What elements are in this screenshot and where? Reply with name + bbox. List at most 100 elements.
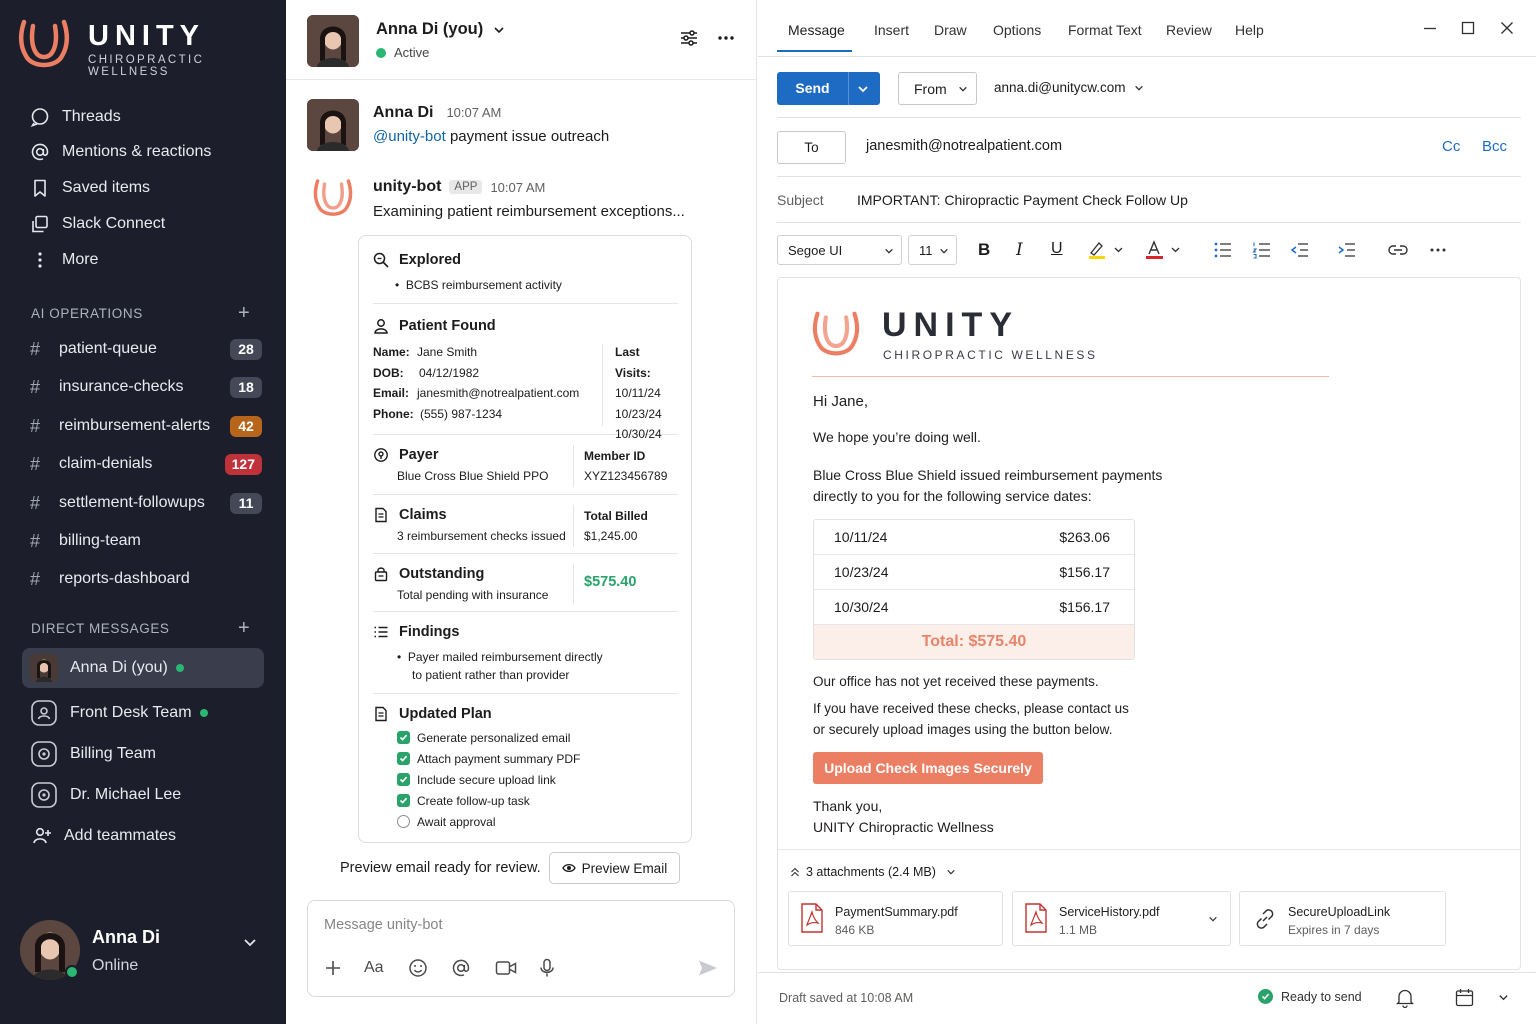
send-icon[interactable] [698,959,718,977]
attachment-card[interactable]: SecureUploadLink Expires in 7 days [1239,891,1446,946]
attachment-card[interactable]: PaymentSummary.pdf 846 KB [788,891,1003,946]
total-billed-value: $1,245.00 [584,529,638,543]
calendar-icon[interactable] [1455,988,1474,1007]
plan-item[interactable]: Await approval [397,811,580,832]
minimize-icon[interactable] [1422,20,1438,36]
ribbon-tab-format-text[interactable]: Format Text [1068,22,1142,38]
send-button-group: Send [777,72,880,105]
font-family-select[interactable]: Segoe UI [777,235,902,265]
font-color-icon[interactable] [1145,240,1181,260]
location-pin-icon [374,448,388,462]
dm-anna-di[interactable]: Anna Di (you) [22,648,264,688]
numbered-list-icon[interactable] [1252,240,1272,260]
brand-logo[interactable]: UNITY CHIROPRACTIC WELLNESS [18,14,278,78]
decrease-indent-icon[interactable] [1290,240,1310,260]
channel-patient-queue[interactable]: # patient-queue 28 [30,336,262,362]
message-time[interactable]: 10:07 AM [446,105,501,120]
channel-reimbursement-alerts[interactable]: # reimbursement-alerts 42 [30,413,262,439]
emoji-icon[interactable] [408,958,428,978]
ribbon-tab-help[interactable]: Help [1235,22,1264,38]
section-title-text: Findings [399,624,460,640]
document-icon [375,507,387,523]
nav-threads[interactable]: Threads [30,104,121,130]
last-visits: Last Visits: 10/11/24 10/23/24 10/30/24 [615,342,678,445]
dm-front-desk-team[interactable]: Front Desk Team [22,693,264,733]
nav-slack-connect[interactable]: Slack Connect [30,211,165,237]
avatar[interactable] [307,15,359,67]
close-icon[interactable] [1499,20,1515,36]
subject-field[interactable]: IMPORTANT: Chiropractic Payment Check Fo… [857,192,1188,208]
bold-icon[interactable]: B [978,240,990,260]
to-button[interactable]: To [777,131,846,164]
chat-title[interactable]: Anna Di (you) [376,20,505,39]
filter-settings-icon[interactable] [679,28,699,48]
video-icon[interactable] [495,959,517,977]
from-address-select[interactable]: anna.di@unitycw.com [994,80,1144,95]
bell-icon[interactable] [1396,988,1414,1008]
channel-billing-team[interactable]: # billing-team [30,528,262,554]
bcc-button[interactable]: Bcc [1482,138,1507,155]
nav-mentions[interactable]: Mentions & reactions [30,139,211,165]
from-button[interactable]: From [898,72,977,105]
plan-item[interactable]: Create follow-up task [397,790,580,811]
cc-button[interactable]: Cc [1442,138,1460,155]
dm-dr-michael-lee[interactable]: Dr. Michael Lee [22,775,264,815]
chevron-down-icon[interactable] [242,934,258,950]
highlighter-icon[interactable] [1088,240,1124,260]
divider [573,505,574,547]
bullet-list-icon[interactable] [1213,240,1233,260]
send-button[interactable]: Send [777,72,848,105]
add-channel-icon[interactable]: + [238,303,250,323]
ribbon-tab-draw[interactable]: Draw [934,22,967,38]
ribbon-tab-review[interactable]: Review [1166,22,1212,38]
current-user[interactable]: Anna Di Online [20,918,270,982]
add-dm-icon[interactable]: + [238,618,250,638]
avatar[interactable] [307,99,359,151]
italic-icon[interactable]: I [1016,240,1023,260]
chevron-down-icon[interactable] [1498,992,1509,1003]
channel-insurance-checks[interactable]: # insurance-checks 18 [30,374,262,400]
to-field[interactable]: janesmith@notrealpatient.com [866,138,1062,154]
add-teammates-button[interactable]: Add teammates [32,823,176,849]
increase-indent-icon[interactable] [1337,240,1357,260]
more-horizontal-icon[interactable] [1428,240,1448,260]
nav-more[interactable]: More [30,247,98,273]
ribbon-tab-options[interactable]: Options [993,22,1041,38]
dm-section-header[interactable]: DIRECT MESSAGES [31,621,170,636]
channel-reports-dashboard[interactable]: # reports-dashboard [30,566,262,592]
patient-values: Jane Smith 04/12/1982 janesmith@notrealp… [417,342,579,424]
formatting-icon[interactable]: Aa [364,959,384,977]
plan-item[interactable]: Attach payment summary PDF [397,748,580,769]
maximize-icon[interactable] [1460,20,1476,36]
underline-icon[interactable]: U [1051,240,1063,258]
mention-link[interactable]: @unity-bot [373,128,446,145]
message-author[interactable]: Anna Di [373,104,433,122]
channel-settlement-followups[interactable]: # settlement-followups 11 [30,490,262,516]
message-time[interactable]: 10:07 AM [490,180,545,195]
more-horizontal-icon[interactable] [716,28,736,48]
nav-saved[interactable]: Saved items [30,175,150,201]
microphone-icon[interactable] [538,958,556,978]
chevron-down-icon[interactable] [1208,914,1218,924]
chevron-down-icon[interactable] [857,83,869,95]
font-size-select[interactable]: 11 [908,235,957,265]
dm-billing-team[interactable]: Billing Team [22,734,264,774]
attachments-toggle[interactable]: 3 attachments (2.4 MB) [790,865,956,879]
plus-icon[interactable] [324,959,342,977]
attachment-card[interactable]: ServiceHistory.pdf 1.1 MB [1012,891,1231,946]
upload-check-images-button[interactable]: Upload Check Images Securely [813,752,1043,784]
plan-item[interactable]: Generate personalized email [397,727,580,748]
channels-section-header[interactable]: AI OPERATIONS [31,306,143,321]
channel-claim-denials[interactable]: # claim-denials 127 [30,451,262,477]
message-author[interactable]: unity-bot [373,178,441,196]
mention-icon[interactable] [451,958,471,978]
unity-bot-avatar-icon[interactable] [313,176,353,220]
email-body[interactable]: UNITY CHIROPRACTIC WELLNESS Hi Jane, We … [777,277,1521,970]
preview-email-button[interactable]: Preview Email [548,852,681,884]
link-icon[interactable] [1387,240,1409,260]
ribbon-tab-message[interactable]: Message [788,22,845,38]
section-title-text: Payer [399,447,439,463]
ribbon-tab-insert[interactable]: Insert [874,22,909,38]
plan-item[interactable]: Include secure upload link [397,769,580,790]
message-input[interactable]: Message unity-bot [324,917,442,933]
